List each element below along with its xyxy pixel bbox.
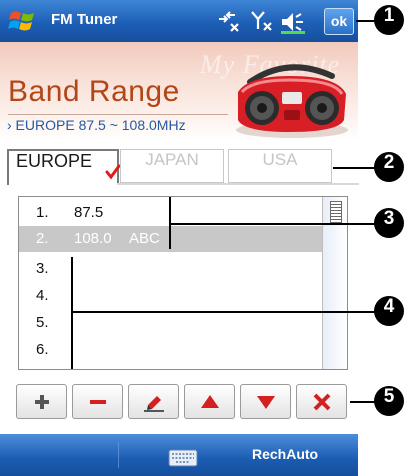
remove-station-button[interactable] (72, 384, 123, 419)
callout-bracket-4 (71, 257, 73, 369)
edit-station-button[interactable] (128, 384, 179, 419)
callout-3: 3 (374, 208, 404, 238)
volume-icon[interactable] (279, 9, 307, 35)
callout-line-2 (333, 167, 379, 169)
station-toolbar (16, 384, 350, 420)
radio-illustration (236, 64, 348, 138)
tabs-baseline (117, 183, 359, 185)
band-range-banner: My Favorite Band Range › EUROPE 87.5 ~ 1… (0, 42, 358, 140)
callout-line-3 (170, 223, 378, 225)
tab-japan[interactable]: JAPAN (120, 149, 224, 183)
callout-5: 5 (374, 386, 404, 416)
callout-2: 2 (374, 152, 404, 182)
station-item-3[interactable]: 3. (19, 256, 322, 282)
bottom-menu-bar: RechAuto (0, 434, 358, 476)
station-frequency: 87.5 (74, 204, 104, 221)
band-range-value: › EUROPE 87.5 ~ 108.0MHz (7, 117, 186, 133)
band-tabs: EUROPE JAPAN USA (7, 149, 359, 185)
edit-icon (144, 396, 164, 412)
windows-start-icon[interactable] (8, 7, 36, 35)
callout-1: 1 (374, 5, 404, 35)
remove-icon (90, 400, 106, 404)
tab-japan-label: JAPAN (145, 150, 199, 169)
signal-icon[interactable] (249, 9, 275, 35)
station-item-6[interactable]: 6. (19, 337, 322, 363)
menu-separator (118, 442, 119, 468)
app-title: FM Tuner (51, 11, 118, 28)
move-up-icon (201, 395, 219, 408)
move-down-icon (257, 396, 275, 409)
callout-4: 4 (374, 296, 404, 326)
station-item-4[interactable]: 4. (19, 283, 322, 309)
station-number: 3. (36, 260, 49, 277)
tab-usa-label: USA (262, 150, 298, 169)
checkmark-icon (105, 164, 121, 180)
station-number: 4. (36, 287, 49, 304)
ok-button[interactable]: ok (324, 8, 354, 35)
delete-all-button[interactable] (296, 384, 347, 419)
station-item-5[interactable]: 5. (19, 310, 322, 336)
callout-line-4 (72, 311, 378, 313)
station-number: 6. (36, 341, 49, 358)
tab-usa[interactable]: USA (228, 149, 332, 183)
station-number: 2. (36, 230, 49, 247)
tab-europe[interactable]: EUROPE (7, 149, 121, 185)
add-station-button[interactable] (16, 384, 67, 419)
connectivity-icon[interactable] (215, 9, 241, 35)
tab-europe-label: EUROPE (16, 151, 93, 171)
station-name: ABC (129, 230, 160, 247)
title-bar: FM Tuner ok (0, 0, 358, 42)
scrollbar-thumb[interactable] (330, 201, 342, 225)
move-up-button[interactable] (184, 384, 235, 419)
station-frequency: 108.0 (74, 230, 112, 247)
rech-auto-menu[interactable]: RechAuto (252, 446, 318, 462)
station-number: 5. (36, 314, 49, 331)
delete-icon (313, 393, 331, 411)
band-range-title: Band Range (8, 75, 180, 108)
add-icon (35, 395, 49, 409)
banner-divider (8, 114, 228, 115)
move-down-button[interactable] (240, 384, 291, 419)
keyboard-icon[interactable] (168, 449, 198, 467)
status-icons (205, 9, 325, 35)
station-number: 1. (36, 204, 49, 221)
